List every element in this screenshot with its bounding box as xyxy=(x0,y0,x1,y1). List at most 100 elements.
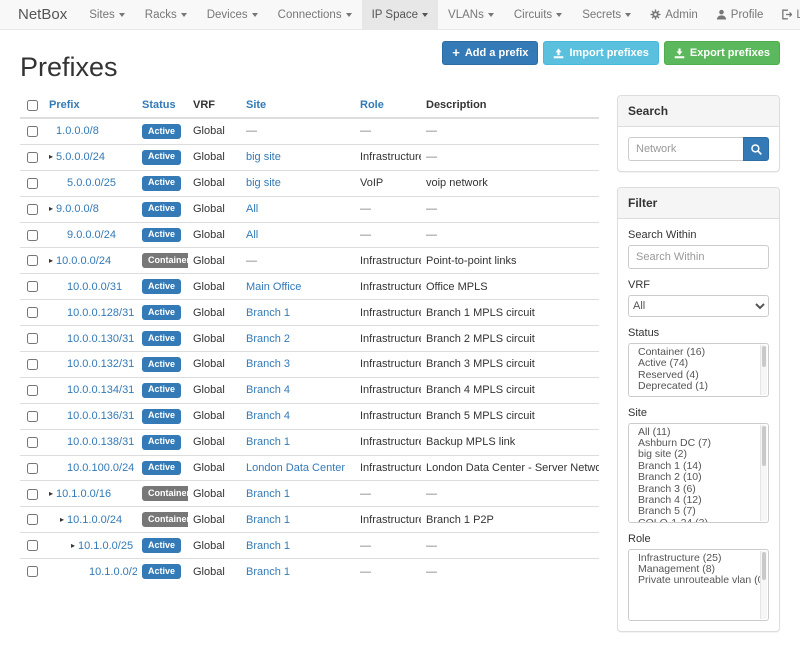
row-checkbox[interactable] xyxy=(27,437,38,448)
nav-item-vlans[interactable]: VLANs xyxy=(438,0,504,29)
nav-item-sites[interactable]: Sites xyxy=(79,0,135,29)
site-link[interactable]: Branch 1 xyxy=(246,514,290,526)
prefix-link[interactable]: 10.1.0.0/25 xyxy=(78,540,133,552)
sort-header-prefix[interactable]: Prefix xyxy=(49,99,80,111)
row-checkbox[interactable] xyxy=(27,359,38,370)
filter-option[interactable]: Deprecated (1) xyxy=(629,381,768,392)
row-checkbox[interactable] xyxy=(27,281,38,292)
prefix-link[interactable]: 10.1.0.0/26 xyxy=(89,566,137,578)
row-checkbox[interactable] xyxy=(27,126,38,137)
add-prefix-button[interactable]: + Add a prefix xyxy=(442,41,538,65)
logout-link[interactable]: Log out xyxy=(772,0,800,29)
prefix-link[interactable]: 5.0.0.0/25 xyxy=(67,177,116,189)
site-link[interactable]: big site xyxy=(246,177,281,189)
row-checkbox[interactable] xyxy=(27,566,38,577)
prefix-link[interactable]: 9.0.0.0/8 xyxy=(56,203,99,215)
site-link[interactable]: Branch 2 xyxy=(246,333,290,345)
table-row: ▸ 10.0.0.0/31 Active Global Main Office … xyxy=(20,274,599,300)
row-checkbox[interactable] xyxy=(27,489,38,500)
profile-link[interactable]: Profile xyxy=(707,0,773,29)
row-checkbox[interactable] xyxy=(27,514,38,525)
prefix-link[interactable]: 10.0.100.0/24 xyxy=(67,462,134,474)
site-link[interactable]: All xyxy=(246,229,258,241)
site-link[interactable]: Branch 1 xyxy=(246,307,290,319)
site-link[interactable]: Branch 1 xyxy=(246,436,290,448)
sort-header-status[interactable]: Status xyxy=(142,99,176,111)
status-listbox[interactable]: Container (16)Active (74)Reserved (4)Dep… xyxy=(628,343,769,397)
site-link[interactable]: big site xyxy=(246,151,281,163)
row-checkbox[interactable] xyxy=(27,255,38,266)
site-link[interactable]: Branch 1 xyxy=(246,566,290,578)
role-listbox[interactable]: Infrastructure (25)Management (8)Private… xyxy=(628,549,769,621)
row-checkbox[interactable] xyxy=(27,178,38,189)
prefix-link[interactable]: 10.0.0.134/31 xyxy=(67,384,134,396)
row-checkbox[interactable] xyxy=(27,307,38,318)
prefix-link[interactable]: 10.0.0.0/31 xyxy=(67,281,122,293)
filter-option[interactable]: Branch 4 (12) xyxy=(629,495,768,506)
header-vrf: VRF xyxy=(188,95,241,118)
scrollbar[interactable] xyxy=(760,425,767,521)
nav-item-racks[interactable]: Racks xyxy=(135,0,197,29)
nav-item-connections[interactable]: Connections xyxy=(268,0,362,29)
export-prefixes-button[interactable]: Export prefixes xyxy=(664,41,780,65)
sort-header-role[interactable]: Role xyxy=(360,99,384,111)
scrollbar[interactable] xyxy=(760,551,767,619)
filter-option[interactable]: Private unrouteable vlan (0) xyxy=(629,575,768,586)
prefix-link[interactable]: 10.1.0.0/24 xyxy=(67,514,122,526)
select-all-checkbox[interactable] xyxy=(27,100,38,111)
vrf-select[interactable]: All xyxy=(628,295,769,317)
filter-option[interactable]: Reserved (4) xyxy=(629,370,768,381)
prefix-link[interactable]: 10.0.0.138/31 xyxy=(67,436,134,448)
site-link[interactable]: Branch 1 xyxy=(246,540,290,552)
site-link[interactable]: Branch 4 xyxy=(246,384,290,396)
search-input[interactable] xyxy=(628,137,743,161)
import-prefixes-button[interactable]: Import prefixes xyxy=(543,41,658,65)
admin-link[interactable]: Admin xyxy=(641,0,707,29)
filter-option[interactable]: Infrastructure (25) xyxy=(629,553,768,564)
row-checkbox[interactable] xyxy=(27,385,38,396)
filter-option[interactable]: Branch 5 (7) xyxy=(629,506,768,517)
filter-option[interactable]: Branch 2 (10) xyxy=(629,472,768,483)
nav-item-secrets[interactable]: Secrets xyxy=(572,0,641,29)
site-link[interactable]: All xyxy=(246,203,258,215)
filter-option[interactable]: Ashburn DC (7) xyxy=(629,438,768,449)
prefix-link[interactable]: 10.0.0.130/31 xyxy=(67,333,134,345)
site-listbox[interactable]: All (11)Ashburn DC (7)big site (2)Branch… xyxy=(628,423,769,523)
sort-header-site[interactable]: Site xyxy=(246,99,266,111)
site-link[interactable]: Branch 1 xyxy=(246,488,290,500)
filter-option[interactable]: Container (16) xyxy=(629,347,768,358)
filter-option[interactable]: All (11) xyxy=(629,427,768,438)
prefix-link[interactable]: 10.1.0.0/16 xyxy=(56,488,111,500)
row-checkbox[interactable] xyxy=(27,204,38,215)
filter-option[interactable]: big site (2) xyxy=(629,449,768,460)
nav-item-devices[interactable]: Devices xyxy=(197,0,268,29)
row-checkbox[interactable] xyxy=(27,333,38,344)
prefix-link[interactable]: 10.0.0.132/31 xyxy=(67,358,134,370)
nav-item-circuits[interactable]: Circuits xyxy=(504,0,572,29)
prefix-link[interactable]: 5.0.0.0/24 xyxy=(56,151,105,163)
prefix-link[interactable]: 1.0.0.0/8 xyxy=(56,125,99,137)
row-checkbox[interactable] xyxy=(27,463,38,474)
filter-option[interactable]: COLO-1-24 (3) xyxy=(629,518,768,523)
search-button[interactable] xyxy=(743,137,769,161)
row-checkbox[interactable] xyxy=(27,230,38,241)
row-checkbox[interactable] xyxy=(27,411,38,422)
prefix-link[interactable]: 10.0.0.128/31 xyxy=(67,307,134,319)
site-link[interactable]: Main Office xyxy=(246,281,301,293)
site-link[interactable]: London Data Center xyxy=(246,462,345,474)
search-within-input[interactable] xyxy=(628,245,769,269)
filter-option[interactable]: Branch 3 (6) xyxy=(629,484,768,495)
site-link[interactable]: Branch 3 xyxy=(246,358,290,370)
prefix-link[interactable]: 10.0.0.136/31 xyxy=(67,410,134,422)
site-link[interactable]: Branch 4 xyxy=(246,410,290,422)
filter-option[interactable]: Active (74) xyxy=(629,358,768,369)
row-checkbox[interactable] xyxy=(27,152,38,163)
filter-option[interactable]: Branch 1 (14) xyxy=(629,461,768,472)
row-checkbox[interactable] xyxy=(27,540,38,551)
prefix-link[interactable]: 10.0.0.0/24 xyxy=(56,255,111,267)
nav-item-ip-space[interactable]: IP Space xyxy=(362,0,438,29)
prefix-link[interactable]: 9.0.0.0/24 xyxy=(67,229,116,241)
scrollbar[interactable] xyxy=(760,345,767,395)
brand-link[interactable]: NetBox xyxy=(6,0,79,29)
filter-option[interactable]: Management (8) xyxy=(629,564,768,575)
